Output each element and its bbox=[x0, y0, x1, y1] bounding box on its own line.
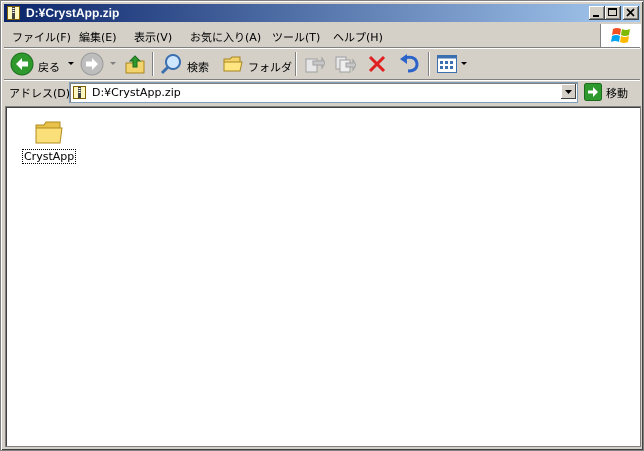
menu-view[interactable]: 表示(V) bbox=[134, 29, 172, 45]
close-icon bbox=[626, 8, 635, 17]
window-title: D:¥CrystApp.zip bbox=[26, 6, 120, 20]
forward-arrow-icon bbox=[80, 52, 104, 76]
back-arrow-icon bbox=[10, 52, 34, 76]
folder-name: CrystApp bbox=[22, 149, 77, 164]
address-dropdown-button[interactable] bbox=[561, 84, 576, 99]
toolbar-separator bbox=[152, 52, 154, 76]
chevron-down-icon[interactable] bbox=[461, 62, 467, 66]
explorer-window: D:¥CrystApp.zip ファイル(F) 編集(E) 表示(V) お気に入… bbox=[0, 0, 644, 451]
chevron-down-icon[interactable] bbox=[68, 62, 74, 66]
search-label: 検索 bbox=[187, 61, 209, 74]
move-to-button[interactable] bbox=[301, 51, 327, 77]
folders-button[interactable]: フォルダ bbox=[220, 51, 292, 77]
toolbar-separator bbox=[295, 52, 297, 76]
toolbar: 戻る 検索 フォルダ bbox=[4, 49, 640, 80]
forward-button[interactable] bbox=[80, 51, 118, 77]
menu-tools[interactable]: ツール(T) bbox=[272, 29, 320, 45]
close-button[interactable] bbox=[623, 6, 639, 20]
move-to-icon bbox=[305, 56, 325, 73]
title-bar[interactable]: D:¥CrystApp.zip bbox=[4, 4, 640, 22]
maximize-button[interactable] bbox=[605, 6, 621, 20]
menu-favorites[interactable]: お気に入り(A) bbox=[190, 29, 261, 45]
go-button[interactable]: 移動 bbox=[582, 82, 640, 102]
toolbar-separator bbox=[428, 52, 430, 76]
minimize-button[interactable] bbox=[589, 6, 605, 20]
menu-bar: ファイル(F) 編集(E) 表示(V) お気に入り(A) ツール(T) ヘルプ(… bbox=[4, 24, 600, 46]
address-value: D:¥CrystApp.zip bbox=[92, 86, 181, 99]
go-arrow-icon bbox=[584, 83, 602, 101]
copy-to-button[interactable] bbox=[332, 51, 358, 77]
back-label: 戻る bbox=[38, 61, 60, 74]
views-button[interactable] bbox=[434, 51, 470, 77]
search-button[interactable]: 検索 bbox=[157, 51, 217, 77]
menu-edit[interactable]: 編集(E) bbox=[79, 29, 117, 45]
folders-icon bbox=[223, 56, 243, 72]
search-icon bbox=[160, 54, 181, 75]
up-folder-button[interactable] bbox=[122, 51, 148, 77]
address-label: アドレス(D) bbox=[9, 87, 71, 100]
zip-folder-icon bbox=[73, 86, 86, 102]
zip-folder-icon bbox=[7, 6, 20, 20]
address-bar: アドレス(D) D:¥CrystApp.zip 移動 bbox=[4, 81, 640, 103]
menu-file[interactable]: ファイル(F) bbox=[12, 29, 71, 45]
copy-to-icon bbox=[335, 56, 356, 73]
menu-help[interactable]: ヘルプ(H) bbox=[333, 29, 383, 45]
minimize-icon bbox=[593, 15, 599, 17]
up-folder-icon bbox=[125, 55, 145, 74]
chevron-down-icon[interactable] bbox=[110, 62, 116, 66]
delete-x-icon bbox=[368, 55, 386, 73]
address-input[interactable]: D:¥CrystApp.zip bbox=[69, 82, 578, 103]
maximize-icon bbox=[608, 8, 617, 16]
go-label: 移動 bbox=[606, 87, 628, 100]
folder-item-crystapp[interactable]: CrystApp bbox=[20, 115, 77, 167]
undo-button[interactable] bbox=[396, 51, 422, 77]
delete-button[interactable] bbox=[364, 51, 390, 77]
file-list-pane[interactable]: CrystApp bbox=[5, 106, 641, 447]
views-grid-icon bbox=[437, 55, 457, 73]
chevron-down-icon bbox=[565, 90, 572, 94]
windows-logo bbox=[600, 24, 641, 48]
folders-label: フォルダ bbox=[248, 61, 292, 74]
folder-icon bbox=[34, 117, 64, 150]
back-button[interactable]: 戻る bbox=[8, 51, 78, 77]
undo-icon bbox=[400, 54, 419, 73]
